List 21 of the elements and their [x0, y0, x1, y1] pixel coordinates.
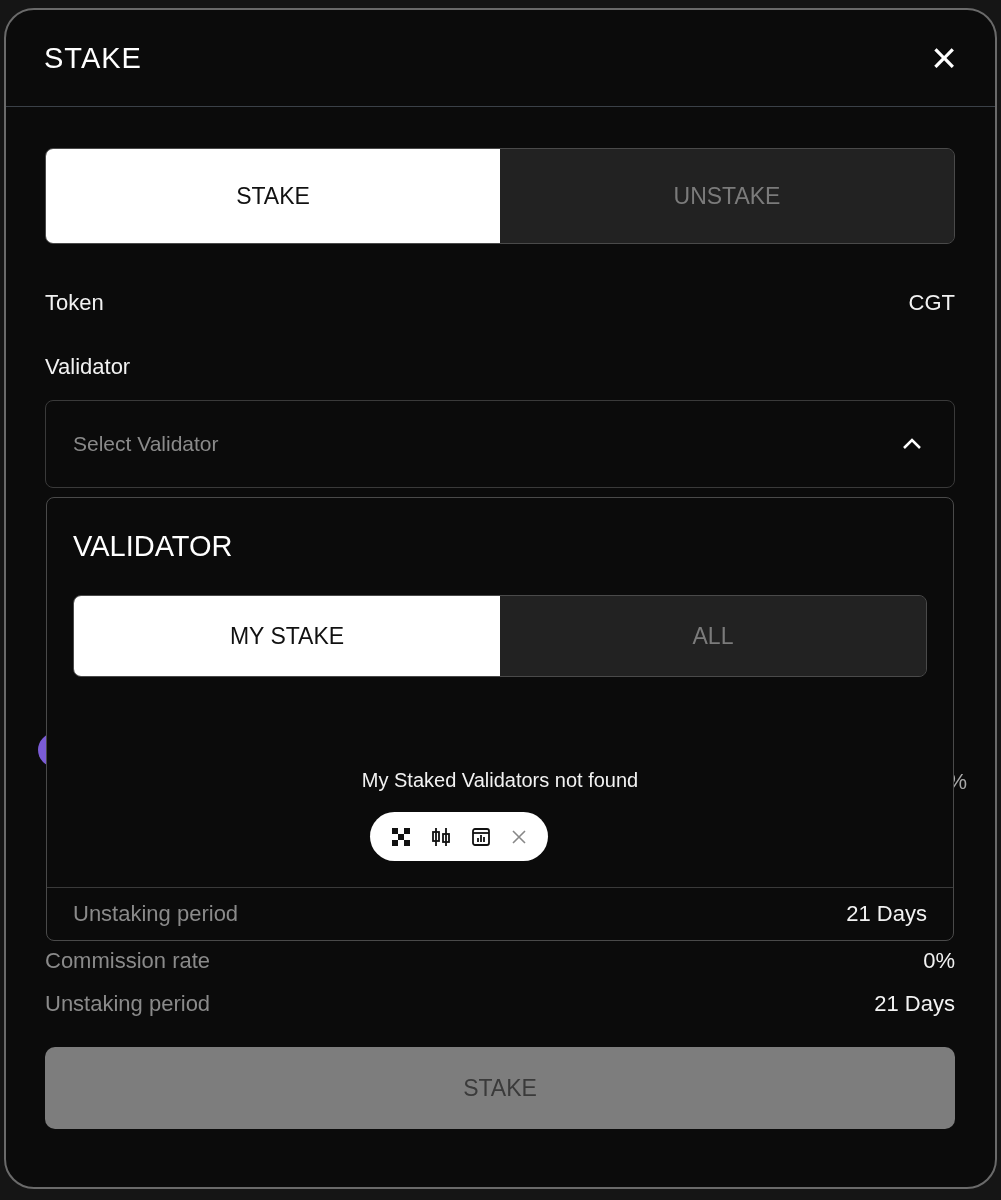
empty-message: My Staked Validators not found	[360, 769, 640, 792]
close-button[interactable]: ×	[931, 36, 957, 80]
chart-icon[interactable]	[471, 826, 492, 847]
detail-value: 21 Days	[846, 901, 927, 927]
chevron-icon	[902, 438, 922, 450]
detail-label: Unstaking period	[45, 991, 211, 1017]
validator-select[interactable]: Select Validator	[45, 400, 955, 488]
detail-label: Unstaking period	[73, 901, 239, 927]
mode-tab[interactable]: STAKE	[46, 149, 500, 243]
detail-label: Commission rate	[45, 948, 211, 974]
dialog-title: STAKE	[44, 41, 142, 75]
token-value: CGT	[908, 290, 955, 316]
candlestick-icon[interactable]	[430, 826, 451, 847]
dropdown-title: VALIDATOR	[73, 530, 234, 563]
detail-value: 21 Days	[874, 991, 955, 1017]
close-icon[interactable]	[511, 829, 526, 844]
filter-tab[interactable]: MY STAKE	[74, 596, 500, 676]
grid-icon[interactable]	[392, 827, 411, 846]
token-label: Token	[45, 290, 104, 316]
validator-label: Validator	[45, 354, 131, 380]
detail-value: 0%	[923, 948, 955, 974]
